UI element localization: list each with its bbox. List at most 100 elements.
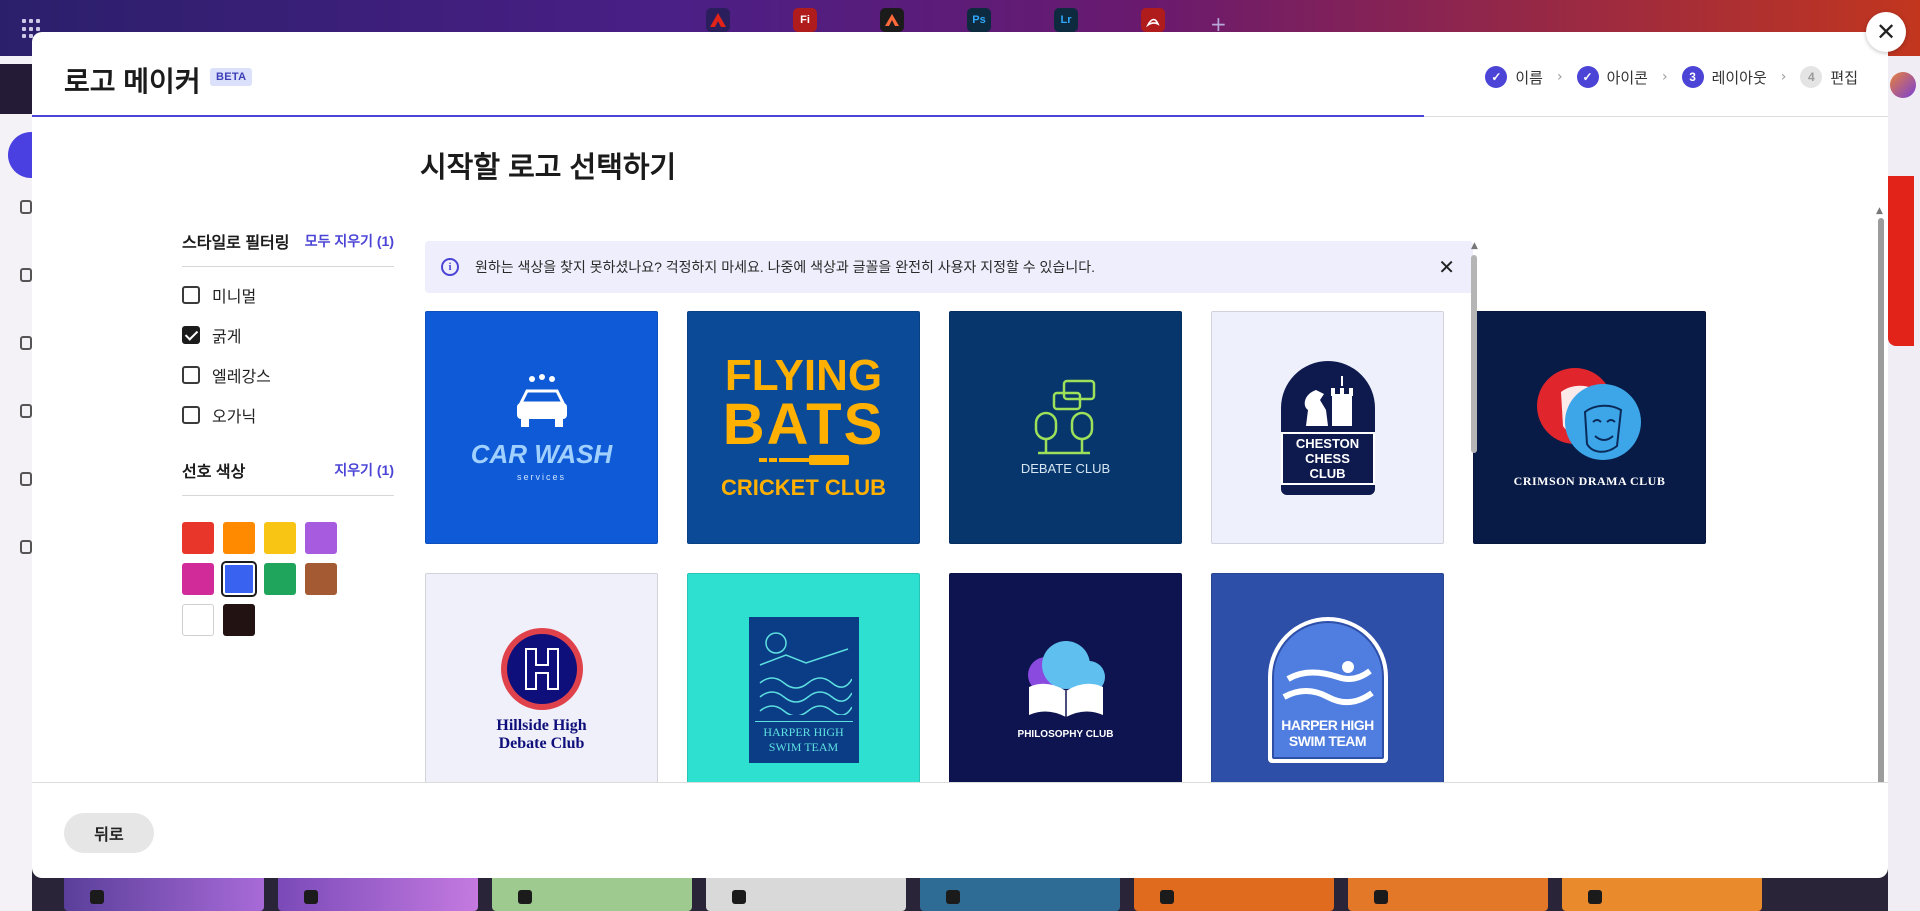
logo-card-philosophy-club[interactable]: PHILOSOPHY CLUB (949, 573, 1182, 782)
promo-banner (1888, 176, 1914, 346)
modal-title: 로고 메이커 (64, 66, 201, 97)
close-icon[interactable]: ✕ (1438, 255, 1455, 279)
fresco-icon[interactable]: Fi (793, 8, 817, 32)
clear-all-button[interactable]: 모두 지우기 (1) (305, 231, 394, 251)
logo-text: CHESS CLUB (1305, 450, 1350, 481)
logo-text: CAR WASH (470, 439, 613, 469)
logo-text: Hillside High (496, 716, 587, 734)
step-name[interactable]: ✓ 이름 (1485, 66, 1543, 88)
style-option-organic[interactable]: 오가닉 (182, 395, 394, 435)
color-swatch-magenta[interactable] (182, 563, 214, 595)
logo-card-debate-club[interactable]: DEBATE CLUB (949, 311, 1182, 544)
step-label: 아이콘 (1606, 69, 1648, 87)
logo-card-car-wash[interactable]: CAR WASH services (425, 311, 658, 544)
style-label: 미니멀 (212, 289, 257, 306)
step-label: 레이아웃 (1711, 69, 1767, 87)
logo-card-harper-swim-1[interactable]: HARPER HIGH SWIM TEAM (687, 573, 920, 782)
logo-text: SWIM TEAM (1288, 732, 1367, 749)
calendar-icon[interactable] (20, 472, 32, 486)
progress-bar (32, 115, 1424, 117)
clear-colors-button[interactable]: 지우기 (1) (334, 460, 394, 480)
color-swatch-black[interactable] (223, 604, 255, 636)
color-swatch-orange[interactable] (223, 522, 255, 554)
photoshop-icon[interactable]: Ps (967, 8, 991, 32)
color-swatch-blue[interactable] (223, 563, 255, 595)
swimmer-icon (1282, 660, 1374, 705)
logo-card-harper-swim-2[interactable]: HARPER HIGH SWIM TEAM (1211, 573, 1444, 782)
style-label: 엘레강스 (212, 369, 271, 386)
color-filter-heading: 선호 색상 (182, 464, 246, 481)
back-button[interactable]: 뒤로 (64, 813, 154, 853)
logo-text: HARPER HIGH (763, 724, 844, 739)
scrollbar-thumb[interactable] (1878, 218, 1884, 782)
logo-text: Debate Club (498, 734, 585, 752)
step-number: 4 (1800, 66, 1823, 88)
step-layout[interactable]: 3 레이아웃 (1681, 66, 1767, 88)
step-number: 3 (1681, 66, 1704, 88)
divider (182, 495, 394, 496)
brand-icon[interactable] (20, 336, 32, 350)
style-option-elegant[interactable]: 엘레강스 (182, 355, 394, 395)
step-edit[interactable]: 4 편집 (1800, 66, 1858, 88)
style-option-minimal[interactable]: 미니멀 (182, 275, 394, 315)
chevron-right-icon: › (1661, 69, 1668, 85)
car-icon (516, 374, 567, 427)
adobe-icon[interactable] (706, 8, 730, 32)
divider (182, 266, 394, 267)
scrollbar-thumb[interactable] (1471, 255, 1477, 453)
info-icon: i (441, 258, 459, 276)
logo-card-flying-bats[interactable]: FLYING BATS CRICKET CLUB (687, 311, 920, 544)
info-banner: i 원하는 색상을 찾지 못하셨나요? 걱정하지 마세요. 나중에 색상과 글꼴… (425, 241, 1473, 293)
lightroom-icon[interactable]: Lr (1054, 8, 1078, 32)
addons-icon[interactable] (20, 540, 32, 554)
theater-masks-icon (1536, 368, 1641, 460)
color-swatch-yellow[interactable] (264, 522, 296, 554)
logo-card-cheston-chess[interactable]: CHESTON CHESS CLUB (1211, 311, 1444, 544)
color-swatches (182, 522, 394, 636)
logo-card-crimson-drama[interactable]: CRIMSON DRAMA CLUB (1473, 311, 1706, 544)
express-icon[interactable] (880, 8, 904, 32)
style-label: 굵게 (212, 329, 242, 346)
modal-scrollbar[interactable]: ▲ ▼ (1874, 204, 1888, 782)
logo-text: PHILOSOPHY CLUB (1017, 729, 1114, 740)
modal-header: 로고 메이커 BETA ✓ 이름 › ✓ 아이콘 › 3 레이아웃 › 4 편집 (32, 32, 1888, 117)
acrobat-icon[interactable] (1141, 8, 1165, 32)
logo-grid-scrollbar[interactable]: ▲ (1469, 241, 1479, 781)
logo-text: CRIMSON DRAMA CLUB (1513, 474, 1666, 488)
logo-text: CRICKET CLUB (721, 474, 886, 500)
checkbox-checked[interactable] (182, 326, 200, 344)
logo-text: FLYING (724, 350, 883, 400)
app-switcher: Fi Ps Lr (706, 8, 1165, 32)
scroll-up-icon[interactable]: ▲ (1876, 206, 1883, 216)
color-swatch-white[interactable] (182, 604, 214, 636)
chevron-right-icon: › (1556, 69, 1563, 85)
logo-card-hillside-debate[interactable]: Hillside High Debate Club (425, 573, 658, 782)
color-swatch-purple[interactable] (305, 522, 337, 554)
page-title: 시작할 로고 선택하기 (420, 152, 677, 184)
color-swatch-green[interactable] (264, 563, 296, 595)
scroll-up-icon[interactable]: ▲ (1471, 241, 1478, 251)
avatar[interactable] (1890, 72, 1916, 98)
home-icon[interactable] (20, 200, 32, 214)
info-banner-text: 원하는 색상을 찾지 못하셨나요? 걱정하지 마세요. 나중에 색상과 글꼴을 … (475, 259, 1095, 275)
chevron-right-icon: › (1780, 69, 1787, 85)
templates-icon[interactable] (20, 404, 32, 418)
sun-waves-icon (759, 631, 852, 715)
close-icon[interactable]: ✕ (1866, 12, 1906, 52)
checkbox[interactable] (182, 286, 200, 304)
color-swatch-brown[interactable] (305, 563, 337, 595)
step-label: 편집 (1830, 69, 1858, 87)
app-right-area (1888, 56, 1920, 911)
files-icon[interactable] (20, 268, 32, 282)
monogram-icon (500, 627, 583, 710)
color-swatch-red[interactable] (182, 522, 214, 554)
chess-pieces-icon (1304, 375, 1353, 426)
checkbox[interactable] (182, 366, 200, 384)
logo-grid: CAR WASH services FLYING BATS CRICKET CL… (425, 311, 1706, 782)
style-option-bold[interactable]: 굵게 (182, 315, 394, 355)
step-icon[interactable]: ✓ 아이콘 (1576, 66, 1648, 88)
style-filter-heading: 스타일로 필터링 (182, 235, 290, 252)
book-cloud-icon (1027, 641, 1105, 717)
microphone-icon (1034, 379, 1095, 455)
checkbox[interactable] (182, 406, 200, 424)
